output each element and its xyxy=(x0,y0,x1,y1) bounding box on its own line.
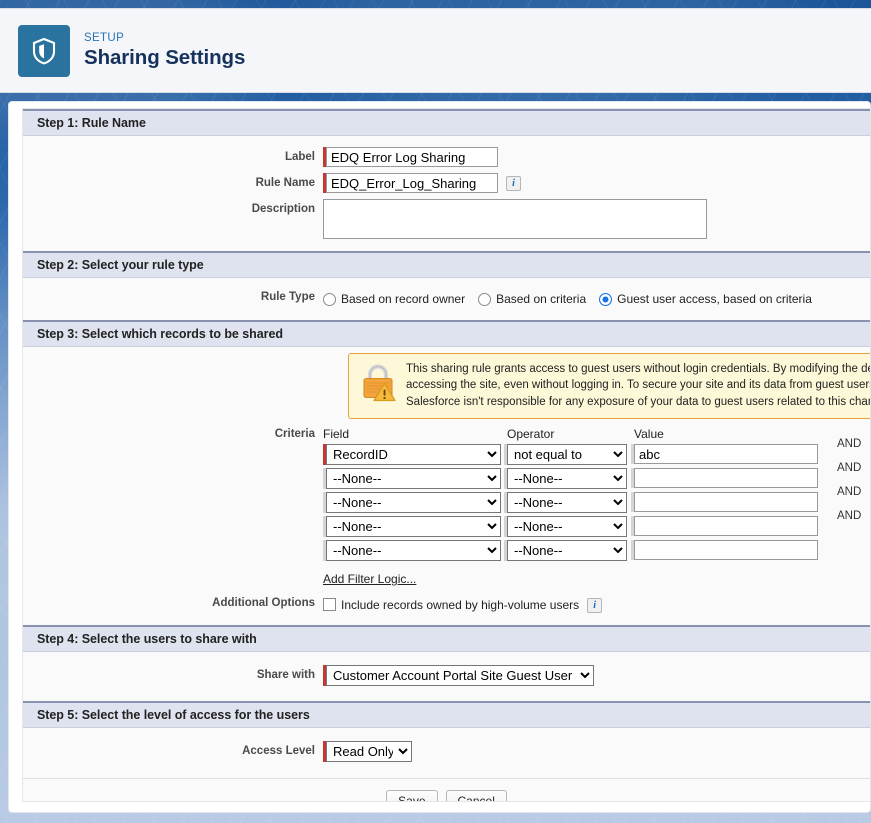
access-level-label: Access Level xyxy=(242,744,315,757)
additional-options-label: Additional Options xyxy=(212,596,315,609)
step4-heading: Step 4: Select the users to share with xyxy=(23,624,870,652)
description-row: Description xyxy=(23,196,870,242)
additional-options-row: Additional Options Include records owned… xyxy=(23,586,870,616)
criteria-label: Criteria xyxy=(274,427,315,440)
label-input[interactable] xyxy=(326,147,498,167)
criteria-and-label: AND xyxy=(837,461,862,474)
criteria-operator-select[interactable]: --None-- xyxy=(507,467,627,489)
criteria-operator-select[interactable]: not equal to xyxy=(507,443,627,465)
criteria-row: --None-- --None-- xyxy=(323,510,861,537)
column-header-operator: Operator xyxy=(507,426,555,441)
share-with-label: Share with xyxy=(256,668,315,681)
criteria-field-select[interactable]: --None-- xyxy=(326,491,501,513)
radio-label: Based on criteria xyxy=(496,292,587,306)
criteria-field-select[interactable]: RecordID xyxy=(326,443,501,465)
column-header-value: Value xyxy=(634,426,664,441)
description-field-label: Description xyxy=(251,203,315,215)
page-title: Sharing Settings xyxy=(84,46,246,70)
criteria-field-select[interactable]: --None-- xyxy=(326,539,501,561)
criteria-value-input[interactable] xyxy=(634,468,818,489)
form-actions: Save Cancel xyxy=(23,777,870,801)
form-container: Step 1: Rule Name Label Rule Name i Desc… xyxy=(22,108,870,802)
step5-body: Access Level Read Only xyxy=(23,727,870,778)
access-level-select[interactable]: Read Only xyxy=(326,740,412,762)
criteria-row: --None-- --None-- xyxy=(323,539,861,561)
column-header-field: Field xyxy=(323,426,350,441)
criteria-operator-select[interactable]: --None-- xyxy=(507,491,627,513)
padlock-warning-icon xyxy=(358,362,400,405)
share-with-select[interactable]: Customer Account Portal Site Guest User xyxy=(326,664,594,686)
step3-body: This sharing rule grants access to guest… xyxy=(23,347,870,625)
criteria-and-label: AND xyxy=(837,485,862,498)
step2-heading: Step 2: Select your rule type xyxy=(23,251,870,278)
criteria-field-select[interactable]: --None-- xyxy=(326,467,501,489)
criteria-column-headers: Field Operator Value xyxy=(323,427,861,444)
step2-body: Rule Type Based on record owner Based on… xyxy=(23,278,870,320)
step1-heading: Step 1: Rule Name xyxy=(23,109,870,136)
label-row: Label xyxy=(23,144,870,170)
radio-circle xyxy=(478,292,492,306)
criteria-value-input[interactable] xyxy=(634,444,818,465)
criteria-and-label: AND xyxy=(837,437,862,450)
setup-header: SETUP Sharing Settings xyxy=(0,8,871,93)
save-button[interactable]: Save xyxy=(386,789,438,801)
add-filter-logic-link[interactable]: Add Filter Logic... xyxy=(323,572,416,586)
radio-circle-selected xyxy=(599,292,613,306)
rule-name-row: Rule Name i xyxy=(23,170,870,196)
criteria-row: RecordID not equal to abc AND xyxy=(323,438,861,465)
info-icon[interactable]: i xyxy=(506,176,521,191)
criteria-operator-select[interactable]: --None-- xyxy=(507,515,627,537)
step5-heading: Step 5: Select the level of access for t… xyxy=(23,700,870,728)
criteria-operator-select[interactable]: --None-- xyxy=(507,539,627,561)
rule-type-label: Rule Type xyxy=(260,291,315,303)
step4-body: Share with Customer Account Portal Site … xyxy=(23,651,870,701)
high-volume-users-label: Include records owned by high-volume use… xyxy=(341,597,580,612)
criteria-value-input[interactable] xyxy=(634,516,818,537)
rule-type-row: Rule Type Based on record owner Based on… xyxy=(23,287,870,309)
radio-circle xyxy=(323,292,336,306)
rule-name-input[interactable] xyxy=(326,173,498,193)
radio-label: Based on record owner xyxy=(341,292,466,306)
warning-line-1: This sharing rule grants access to guest… xyxy=(406,363,871,375)
label-field-label: Label xyxy=(284,151,315,163)
page-card: Step 1: Rule Name Label Rule Name i Desc… xyxy=(8,101,871,813)
checkbox-box xyxy=(323,598,336,612)
criteria-row: --None-- --None-- xyxy=(323,486,861,513)
share-with-row: Share with Customer Account Portal Site … xyxy=(23,662,870,689)
breadcrumb: SETUP xyxy=(84,31,125,44)
criteria-and-label: AND xyxy=(837,509,862,522)
criteria-value-input[interactable] xyxy=(634,492,818,513)
cancel-button[interactable]: Cancel xyxy=(445,789,507,801)
step3-heading: Step 3: Select which records to be share… xyxy=(23,320,870,347)
criteria-value-input[interactable] xyxy=(634,540,818,561)
radio-label: Guest user access, based on criteria xyxy=(617,292,812,306)
warning-line-2: accessing the site, even without logging… xyxy=(406,379,871,392)
criteria-row: --None-- --None-- xyxy=(323,462,861,489)
high-volume-users-checkbox[interactable]: Include records owned by high-volume use… xyxy=(323,596,579,612)
info-icon[interactable]: i xyxy=(587,597,603,613)
guest-access-warning-wrap: This sharing rule grants access to guest… xyxy=(23,347,870,427)
rule-name-field-label: Rule Name xyxy=(255,177,315,189)
radio-guest-user-access[interactable]: Guest user access, based on criteria xyxy=(599,292,812,306)
step1-body: Label Rule Name i Description xyxy=(23,136,870,251)
warning-line-3: Salesforce isn't responsible for any exp… xyxy=(406,395,871,408)
radio-based-on-criteria[interactable]: Based on criteria xyxy=(478,292,586,306)
criteria-section: Criteria Field Operator Value RecordID n… xyxy=(23,427,870,586)
radio-based-on-record-owner[interactable]: Based on record owner xyxy=(323,292,465,306)
criteria-field-select[interactable]: --None-- xyxy=(326,515,501,537)
access-level-row: Access Level Read Only xyxy=(23,738,870,765)
description-textarea[interactable] xyxy=(323,199,707,239)
shield-icon xyxy=(18,24,70,77)
guest-access-warning: This sharing rule grants access to guest… xyxy=(348,353,871,419)
criteria-table: Field Operator Value RecordID not equal … xyxy=(323,427,861,586)
